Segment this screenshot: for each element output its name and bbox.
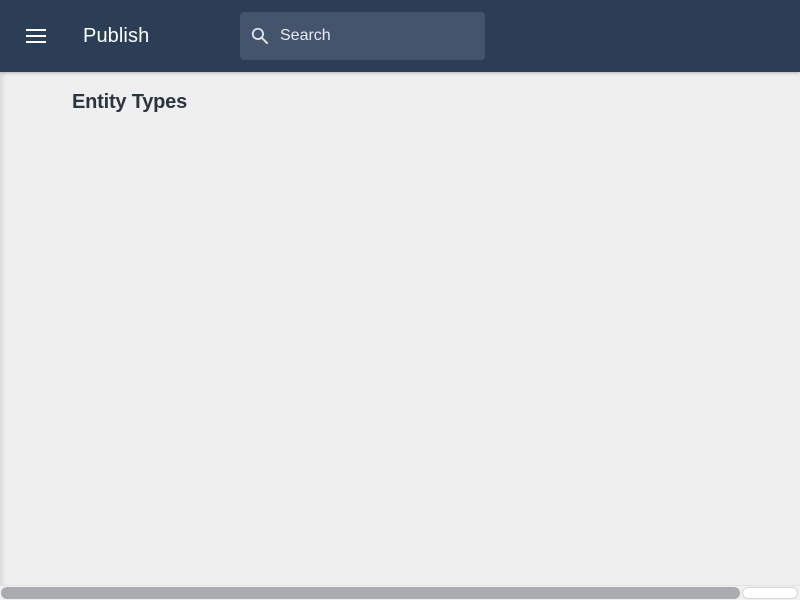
horizontal-scrollbar-track[interactable] bbox=[742, 587, 798, 599]
horizontal-scrollbar[interactable] bbox=[0, 585, 800, 600]
app-title: Publish bbox=[83, 25, 150, 47]
top-app-bar: Publish bbox=[0, 0, 800, 72]
search-icon bbox=[248, 24, 272, 48]
search-input[interactable] bbox=[280, 12, 475, 60]
main-content: Entity Types bbox=[0, 72, 800, 585]
app-window: Publish Entity Types bbox=[0, 0, 800, 600]
horizontal-scrollbar-thumb[interactable] bbox=[1, 587, 740, 599]
menu-button[interactable] bbox=[18, 18, 54, 54]
page-title: Entity Types bbox=[72, 91, 188, 113]
side-drawer-edge bbox=[0, 72, 7, 585]
hamburger-menu-icon bbox=[26, 29, 46, 43]
search-box[interactable] bbox=[240, 12, 485, 60]
